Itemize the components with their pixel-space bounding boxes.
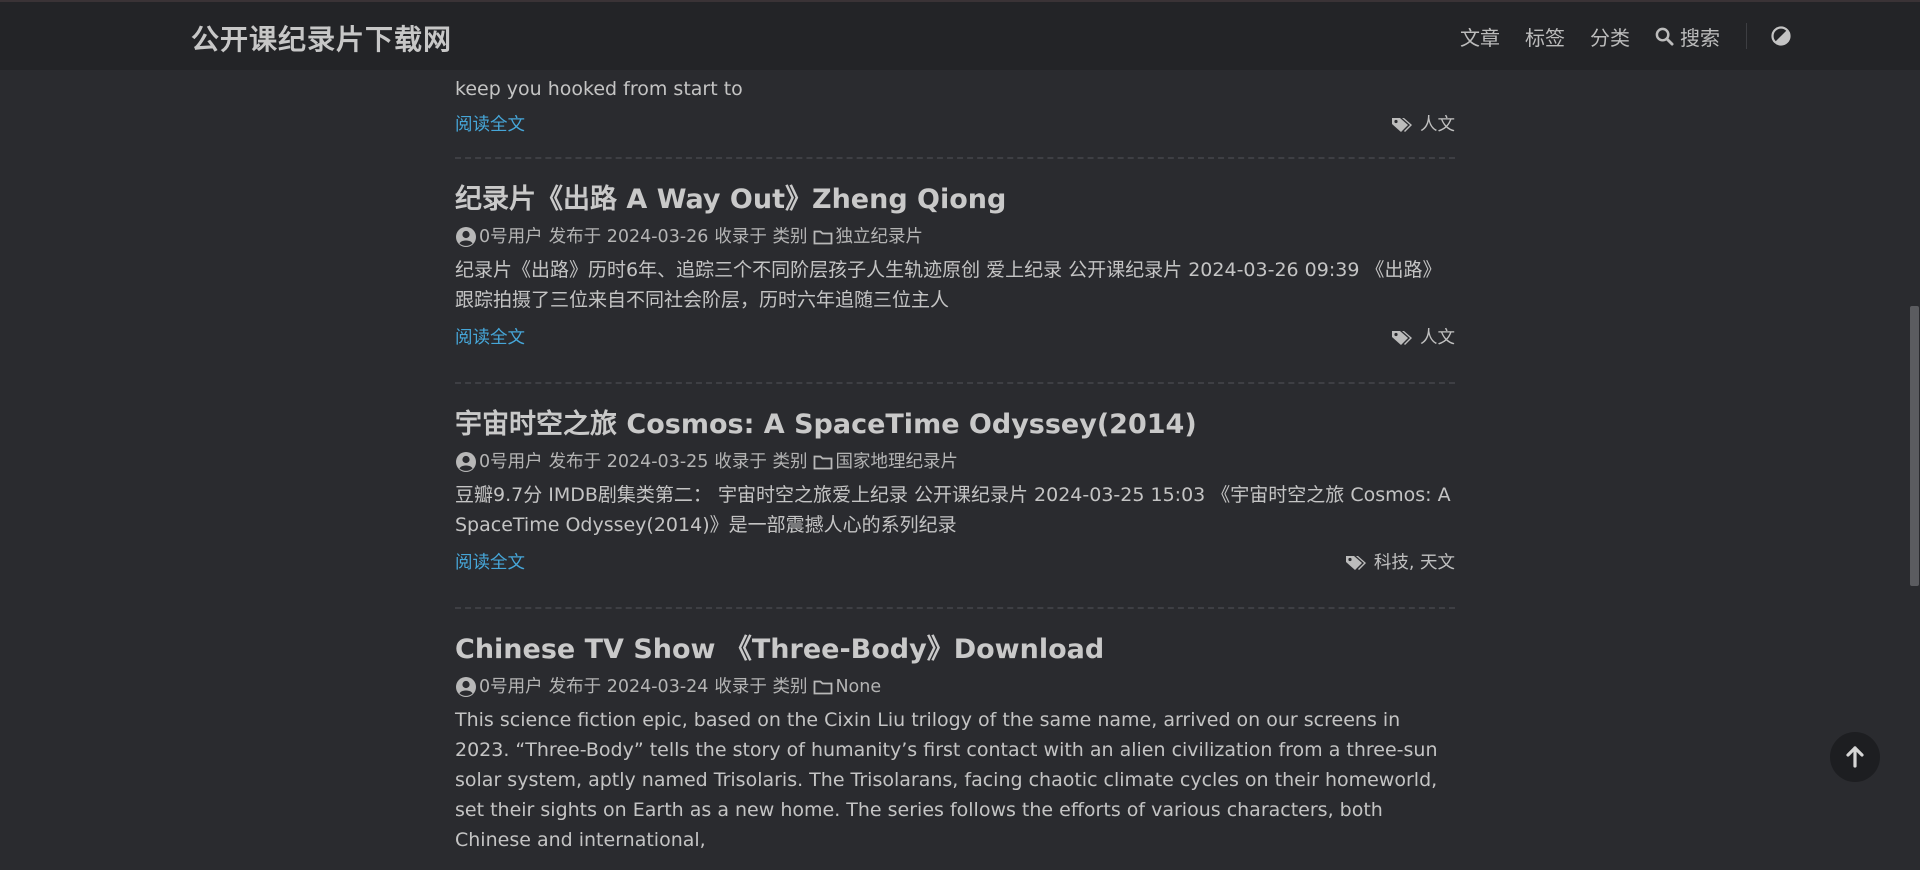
post-summary: This science fiction epic, based on the … [455, 709, 1438, 851]
nav-item-articles[interactable]: 文章 [1460, 22, 1500, 51]
post-meta: 0号用户 发布于 2024-03-25 收录于 类别 国家地理纪录片 [455, 450, 1455, 474]
post-author[interactable]: 0号用户 [479, 675, 543, 699]
post-summary: keep you hooked from start to [455, 78, 743, 100]
post-author[interactable]: 0号用户 [479, 225, 543, 249]
post-footer: 阅读全文 人文 [455, 323, 1455, 353]
nav-item-label: 分类 [1590, 25, 1630, 50]
back-to-top-button[interactable] [1830, 732, 1880, 782]
contrast-icon [1771, 26, 1791, 46]
post-divider [455, 382, 1455, 384]
post-category[interactable]: 独立纪录片 [835, 225, 923, 249]
post-date: 发布于 2024-03-24 [548, 677, 709, 697]
nav-item-label: 标签 [1525, 25, 1565, 50]
folder-icon [813, 454, 833, 470]
user-icon [455, 676, 477, 698]
tags-icon [1345, 556, 1366, 570]
site-title[interactable]: 公开课纪录片下载网 [191, 18, 452, 58]
user-icon [455, 226, 477, 248]
post-footer: 阅读全文 科技, 天文 [455, 548, 1455, 578]
scrollbar-thumb[interactable] [1910, 306, 1919, 586]
read-more-link[interactable]: 阅读全文 [455, 548, 525, 578]
search-icon [1655, 27, 1674, 46]
post-category[interactable]: None [835, 675, 881, 699]
post-collected-label: 收录于 类别 [714, 677, 808, 697]
post-tags: 人文 [1391, 323, 1455, 353]
read-more-link[interactable]: 阅读全文 [455, 110, 525, 140]
folder-icon [813, 229, 833, 245]
post-title[interactable]: 宇宙时空之旅 Cosmos: A SpaceTime Odyssey(2014) [455, 408, 1455, 442]
post-title[interactable]: 纪录片《出路 A Way Out》Zheng Qiong [455, 183, 1455, 217]
post-collected-label: 收录于 类别 [714, 452, 808, 472]
nav-divider [1746, 23, 1747, 49]
nav-item-tags[interactable]: 标签 [1525, 22, 1565, 51]
user-icon [455, 451, 477, 473]
tag-link[interactable]: 人文 [1420, 323, 1455, 353]
tags-icon [1392, 118, 1412, 132]
post-item: 宇宙时空之旅 Cosmos: A SpaceTime Odyssey(2014)… [455, 408, 1455, 578]
post-title[interactable]: Chinese TV Show 《Three-Body》Download [455, 633, 1455, 667]
post-category[interactable]: 国家地理纪录片 [835, 450, 958, 474]
post-meta: 0号用户 发布于 2024-03-26 收录于 类别 独立纪录片 [455, 225, 1455, 249]
post-date: 发布于 2024-03-25 [548, 452, 709, 472]
folder-icon [813, 679, 833, 695]
post-footer: 阅读全文 人文 [455, 110, 1455, 140]
post-tags: 人文 [1391, 110, 1455, 140]
nav-menu: 文章 标签 分类 搜索 [1435, 2, 1791, 70]
post-item: Chinese TV Show 《Three-Body》Download 0号用… [455, 633, 1455, 855]
post-item: 纪录片《出路 A Way Out》Zheng Qiong 0号用户 发布于 20… [455, 183, 1455, 353]
post-collected-label: 收录于 类别 [714, 227, 808, 247]
tag-link[interactable]: 科技, 天文 [1374, 548, 1455, 578]
post-meta: 0号用户 发布于 2024-03-24 收录于 类别 None [455, 675, 1455, 699]
top-navbar: 公开课纪录片下载网 文章 标签 分类 搜索 [0, 0, 1920, 70]
post-summary: 豆瓣9.7分 IMDB剧集类第二： 宇宙时空之旅爱上纪录 公开课纪录片 2024… [455, 484, 1451, 536]
nav-item-label: 文章 [1460, 25, 1500, 50]
post-divider [455, 157, 1455, 159]
nav-item-search[interactable]: 搜索 [1655, 22, 1720, 51]
post-tags: 科技, 天文 [1345, 548, 1455, 578]
tag-link[interactable]: 人文 [1420, 110, 1455, 140]
tags-icon [1392, 331, 1412, 345]
post-date: 发布于 2024-03-26 [548, 227, 709, 247]
post-summary: 纪录片《出路》历时6年、追踪三个不同阶层孩子人生轨迹原创 爱上纪录 公开课纪录片… [455, 259, 1442, 311]
post-author[interactable]: 0号用户 [479, 450, 543, 474]
nav-item-categories[interactable]: 分类 [1590, 22, 1630, 51]
nav-item-label: 搜索 [1680, 25, 1720, 50]
read-more-link[interactable]: 阅读全文 [455, 323, 525, 353]
theme-toggle-button[interactable] [1771, 26, 1791, 46]
arrow-up-icon [1846, 746, 1864, 768]
post-divider [455, 607, 1455, 609]
